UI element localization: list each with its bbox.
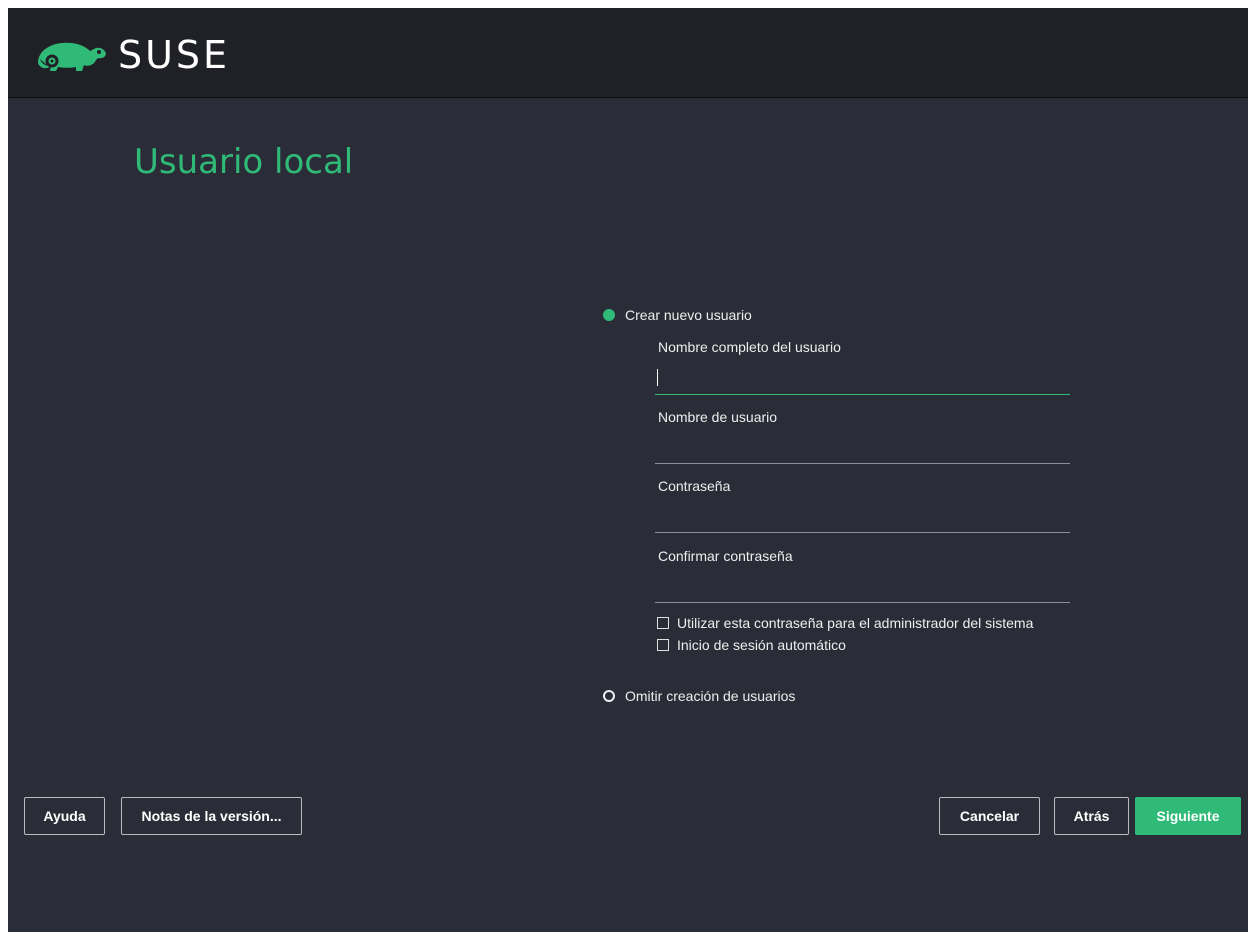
header-bar: SUSE xyxy=(8,8,1248,98)
radio-create-user-label: Crear nuevo usuario xyxy=(625,307,752,323)
radio-selected-icon xyxy=(603,309,615,321)
username-input[interactable] xyxy=(655,438,1070,464)
next-button[interactable]: Siguiente xyxy=(1135,797,1241,835)
suse-logo: SUSE xyxy=(36,32,230,78)
confirm-password-input[interactable] xyxy=(655,577,1070,603)
username-label: Nombre de usuario xyxy=(658,409,778,425)
logo-text: SUSE xyxy=(118,33,231,77)
radio-skip-user[interactable]: Omitir creación de usuarios xyxy=(603,688,795,704)
full-name-input[interactable] xyxy=(655,369,1070,395)
page-title: Usuario local xyxy=(134,142,354,182)
installer-window: SUSE Usuario local Crear nuevo usuario N… xyxy=(8,8,1248,932)
password-input[interactable] xyxy=(655,507,1070,533)
checkbox-autologin[interactable]: Inicio de sesión automático xyxy=(657,637,846,653)
password-label: Contraseña xyxy=(658,478,731,494)
back-button[interactable]: Atrás xyxy=(1054,797,1129,835)
release-notes-button[interactable]: Notas de la versión... xyxy=(121,797,302,835)
radio-skip-user-label: Omitir creación de usuarios xyxy=(625,688,796,704)
cancel-button[interactable]: Cancelar xyxy=(939,797,1040,835)
text-cursor xyxy=(657,369,658,386)
full-name-label: Nombre completo del usuario xyxy=(658,339,841,355)
help-button[interactable]: Ayuda xyxy=(24,797,105,835)
checkbox-autologin-label: Inicio de sesión automático xyxy=(677,637,846,653)
checkbox-use-for-admin-label: Utilizar esta contraseña para el adminis… xyxy=(677,615,1034,631)
confirm-password-label: Confirmar contraseña xyxy=(658,548,793,564)
chameleon-icon xyxy=(38,42,106,71)
radio-unselected-icon xyxy=(603,690,615,702)
radio-create-user[interactable]: Crear nuevo usuario xyxy=(603,307,752,323)
checkbox-unchecked-icon xyxy=(657,617,669,629)
checkbox-use-for-admin[interactable]: Utilizar esta contraseña para el adminis… xyxy=(657,615,1033,631)
checkbox-unchecked-icon xyxy=(657,639,669,651)
